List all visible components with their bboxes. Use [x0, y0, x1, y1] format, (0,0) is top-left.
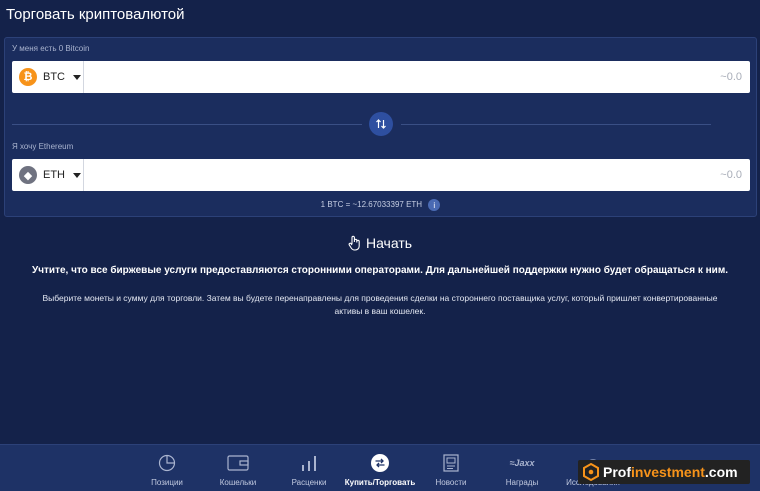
nav-label: Награды	[505, 478, 539, 487]
to-coin-code: ETH	[43, 169, 65, 181]
swap-arrows-icon	[376, 119, 386, 129]
hexagon-logo-icon	[583, 463, 599, 481]
watermark-suffix: .com	[704, 464, 738, 480]
nav-item-rewards[interactable]: ≈Jaxx Награды	[488, 453, 556, 487]
news-icon	[442, 453, 460, 473]
swap-button[interactable]	[369, 112, 393, 136]
jaxx-icon: ≈Jaxx	[510, 453, 535, 473]
nav-item-buy-trade[interactable]: Купить/Торговать	[344, 453, 416, 487]
divider-right	[401, 124, 711, 125]
nav-label: Купить/Торговать	[344, 478, 416, 487]
exchange-rate: 1 BTC = ~12.67033397 ETH i	[5, 199, 756, 211]
pie-chart-icon	[158, 453, 176, 473]
divider-left	[12, 124, 362, 125]
to-row: ◆ ETH	[12, 159, 750, 191]
to-label: Я хочу Ethereum	[12, 142, 74, 151]
trade-panel: У меня есть 0 Bitcoin ₿ BTC Я хочу Ether…	[4, 37, 757, 217]
from-coin-code: BTC	[43, 71, 65, 83]
from-coin-select[interactable]: ₿ BTC	[12, 61, 84, 93]
bitcoin-icon: ₿	[19, 68, 37, 86]
exchange-icon	[370, 453, 390, 473]
start-label: Начать	[365, 235, 413, 251]
watermark-logo: Prof investment .com	[578, 460, 750, 484]
wallet-icon	[227, 453, 249, 473]
from-row: ₿ BTC	[12, 61, 750, 93]
chevron-down-icon	[73, 172, 81, 178]
nav-item-rates[interactable]: Расценки	[275, 453, 343, 487]
start-button[interactable]: Начать	[0, 235, 760, 251]
nav-label: Кошельки	[219, 478, 257, 487]
nav-item-positions[interactable]: Позиции	[133, 453, 201, 487]
nav-item-news[interactable]: Новости	[417, 453, 485, 487]
hand-pointer-icon	[348, 235, 362, 251]
jaxx-logo-text: ≈Jaxx	[509, 458, 535, 468]
bar-chart-icon	[300, 453, 318, 473]
page-title: Торговать криптовалютой	[6, 6, 185, 23]
instructions-text: Выберите монеты и сумму для торговли. За…	[42, 293, 718, 316]
from-label: У меня есть 0 Bitcoin	[12, 44, 90, 53]
info-icon[interactable]: i	[428, 199, 441, 211]
third-party-notice: Учтите, что все биржевые услуги предоста…	[32, 265, 728, 276]
exchange-rate-text: 1 BTC = ~12.67033397 ETH	[320, 200, 423, 210]
to-amount-input[interactable]	[84, 159, 750, 191]
watermark-prefix: Prof	[603, 464, 631, 480]
watermark-accent: investment	[631, 464, 705, 480]
nav-label: Расценки	[291, 478, 327, 487]
ethereum-icon: ◆	[19, 166, 37, 184]
to-coin-select[interactable]: ◆ ETH	[12, 159, 84, 191]
nav-item-wallets[interactable]: Кошельки	[204, 453, 272, 487]
nav-label: Позиции	[151, 478, 183, 487]
nav-label: Новости	[435, 478, 467, 487]
from-amount-input[interactable]	[84, 61, 750, 93]
chevron-down-icon	[73, 74, 81, 80]
